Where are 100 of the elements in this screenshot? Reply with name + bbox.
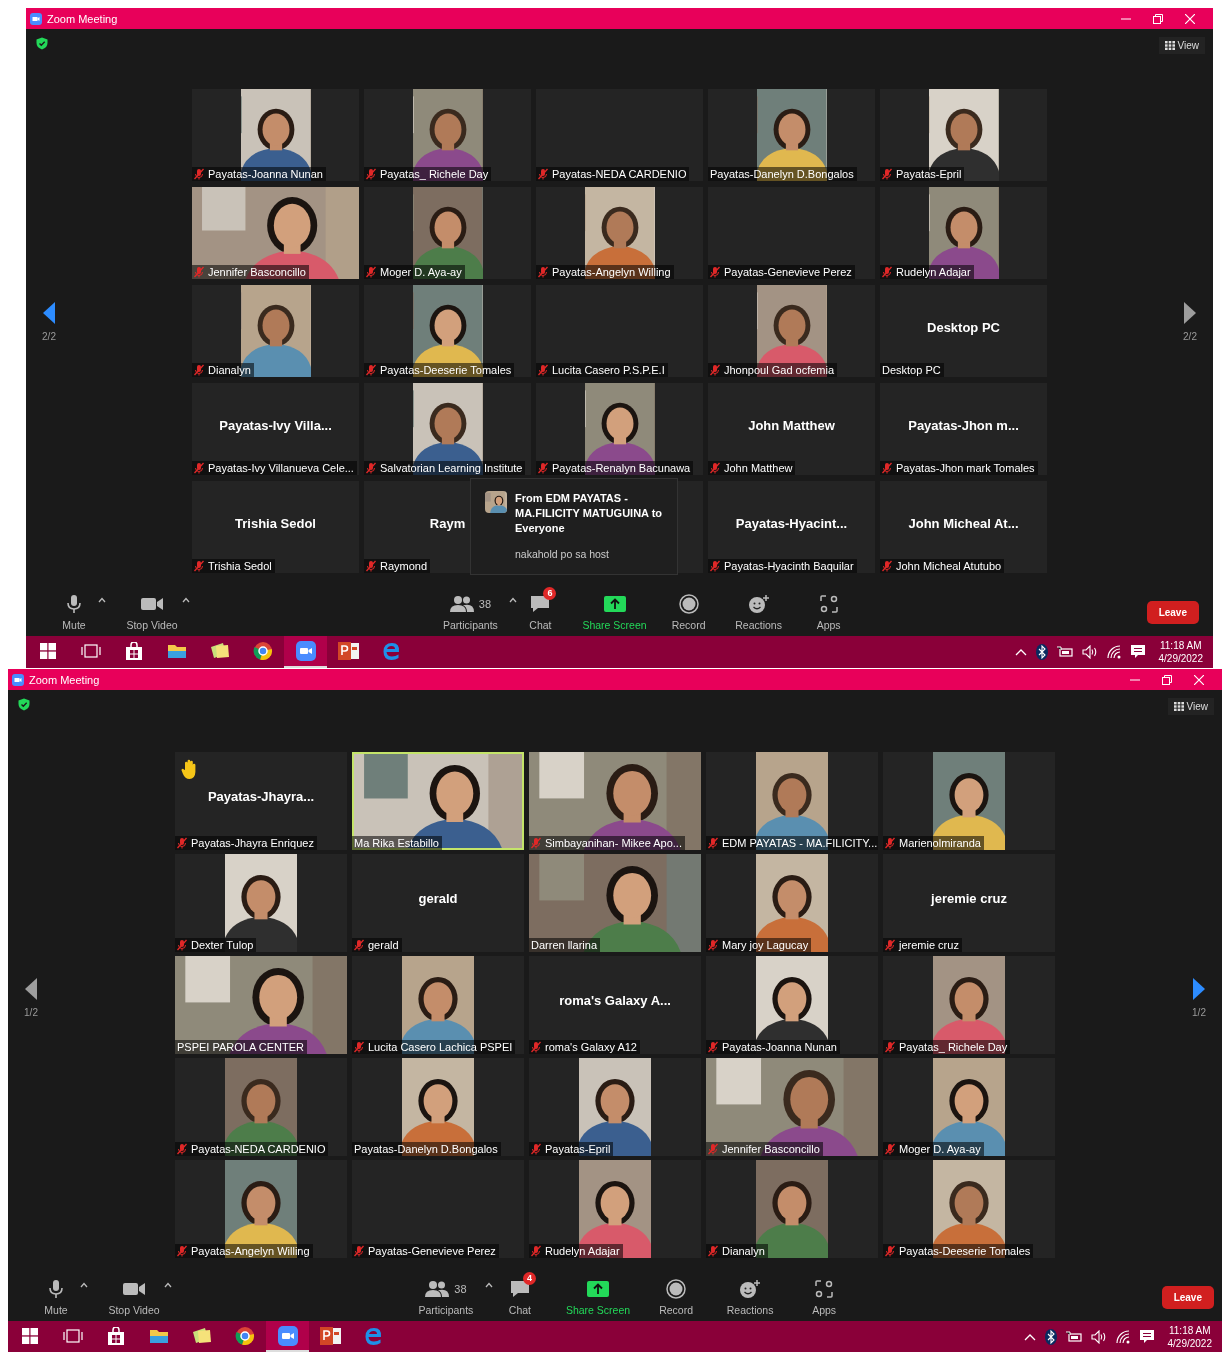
taskbar-button[interactable] (284, 636, 327, 668)
participants-icon[interactable] (425, 1280, 450, 1298)
toolbar-label[interactable]: Stop Video (108, 1304, 160, 1316)
caret-up-icon[interactable] (484, 1282, 493, 1288)
left-arrow-icon[interactable] (42, 300, 56, 325)
folder-icon[interactable] (148, 1327, 169, 1344)
notifications-icon[interactable] (1138, 1328, 1155, 1345)
participant-name: Payatas-Genevieve Perez (366, 1244, 499, 1258)
right-arrow-icon[interactable] (1183, 300, 1197, 325)
speaker-icon[interactable] (1081, 645, 1098, 659)
taskbar-button[interactable] (266, 1321, 309, 1352)
notifications-icon[interactable] (1129, 644, 1146, 660)
participants-icon[interactable] (449, 595, 474, 613)
participant-name: Payatas-Ivy Villanueva Cele... (206, 461, 357, 475)
smiley-plus-icon[interactable] (739, 1279, 762, 1299)
chat-icon[interactable] (508, 1279, 531, 1299)
participant-name: Marienolmiranda (897, 836, 984, 850)
microphone-icon[interactable] (66, 594, 82, 614)
caret-up-icon[interactable] (98, 597, 106, 603)
battery-plug-icon[interactable] (1065, 1330, 1082, 1343)
clock-date[interactable]: 4/29/2022 (1167, 1336, 1212, 1350)
toolbar-label[interactable]: Share Screen (582, 619, 647, 631)
browser-e-icon[interactable] (363, 1325, 384, 1346)
clock-time[interactable]: 11:18 AM (1169, 1323, 1211, 1337)
wifi-icon[interactable] (1115, 1329, 1130, 1344)
microphone-icon[interactable] (48, 1279, 64, 1299)
toolbar-label[interactable]: Participants (442, 619, 498, 631)
browser-e-icon[interactable] (381, 641, 402, 661)
participant-count: 38 (478, 598, 491, 610)
view-button[interactable]: View (1167, 698, 1214, 715)
zoom-camera-icon[interactable] (295, 641, 316, 661)
show-hidden-icons-icon[interactable] (1014, 648, 1027, 656)
shopping-bag-icon[interactable] (106, 1326, 125, 1345)
chat-notification[interactable]: From EDM PAYATAS - MA.FILICITY MATUGUINA to Everyone nakahold po sa host (470, 478, 678, 575)
toolbar-label[interactable]: Apps (812, 1304, 837, 1316)
close-icon[interactable] (1185, 13, 1195, 24)
slides-app-icon[interactable] (319, 1325, 342, 1346)
unread-badge: 6 (543, 587, 557, 600)
restore-icon[interactable] (1153, 13, 1163, 24)
caret-up-icon[interactable] (164, 1282, 172, 1288)
folder-icon[interactable] (166, 643, 187, 659)
smiley-plus-icon[interactable] (747, 594, 770, 614)
record-icon[interactable] (666, 1279, 687, 1299)
shield-check-icon[interactable] (36, 37, 48, 50)
bluetooth-icon[interactable] (1044, 1328, 1057, 1345)
leave-button[interactable]: Leave (1146, 600, 1199, 624)
shield-check-icon[interactable] (18, 698, 30, 711)
record-icon[interactable] (678, 594, 699, 614)
bluetooth-icon[interactable] (1035, 644, 1048, 660)
toolbar-label[interactable]: Mute (44, 1304, 68, 1316)
video-camera-icon[interactable] (140, 596, 164, 612)
participant-name: Dexter Tulop (189, 938, 257, 952)
muted-mic-icon (192, 461, 206, 475)
participant-title: gerald (417, 891, 459, 907)
toolbar-label[interactable]: Chat (529, 619, 552, 631)
chrome-icon[interactable] (252, 641, 273, 661)
toolbar-label[interactable]: Share Screen (565, 1304, 631, 1316)
zoom-camera-icon[interactable] (277, 1325, 298, 1346)
shopping-bag-icon[interactable] (124, 642, 143, 660)
video-camera-icon[interactable] (122, 1281, 146, 1297)
sticky-notes-icon[interactable] (208, 642, 231, 660)
right-arrow-icon[interactable] (1192, 977, 1206, 1002)
caret-up-icon[interactable] (80, 1282, 88, 1288)
restore-icon[interactable] (1162, 674, 1172, 685)
clock-time[interactable]: 11:18 AM (1160, 639, 1202, 652)
apps-icon[interactable] (819, 595, 838, 613)
share-screen-icon[interactable] (603, 596, 626, 612)
caret-up-icon[interactable] (182, 597, 190, 603)
chrome-icon[interactable] (234, 1325, 255, 1346)
toolbar-label[interactable]: Chat (508, 1304, 531, 1316)
share-screen-icon[interactable] (587, 1281, 609, 1297)
toolbar-label[interactable]: Reactions (735, 619, 782, 631)
battery-plug-icon[interactable] (1056, 646, 1073, 658)
view-button[interactable]: View (1158, 37, 1205, 54)
toolbar-label[interactable]: Reactions (726, 1304, 774, 1316)
participant-title: Payatas-Ivy Villa... (218, 417, 333, 433)
slides-app-icon[interactable] (337, 641, 360, 661)
windows-logo-icon[interactable] (39, 643, 56, 659)
chat-icon[interactable] (529, 594, 552, 614)
toolbar-label[interactable]: Mute (62, 619, 86, 631)
toolbar-label[interactable]: Record (671, 619, 706, 631)
toolbar-label[interactable]: Apps (816, 619, 841, 631)
toolbar-label[interactable]: Stop Video (126, 619, 178, 631)
task-view-icon[interactable] (62, 1328, 83, 1343)
task-view-icon[interactable] (80, 644, 101, 658)
speaker-icon[interactable] (1090, 1329, 1107, 1344)
apps-icon[interactable] (815, 1280, 834, 1298)
wifi-icon[interactable] (1106, 645, 1121, 659)
participant-name: Payatas_ Richele Day (897, 1040, 1011, 1054)
windows-logo-icon[interactable] (21, 1327, 38, 1344)
leave-button[interactable]: Leave (1161, 1285, 1214, 1309)
toolbar-label[interactable]: Participants (418, 1304, 474, 1316)
close-icon[interactable] (1194, 674, 1204, 685)
left-arrow-icon[interactable] (24, 977, 38, 1002)
clock-date[interactable]: 4/29/2022 (1158, 652, 1203, 665)
sticky-notes-icon[interactable] (190, 1326, 213, 1345)
show-hidden-icons-icon[interactable] (1023, 1332, 1036, 1341)
muted-mic-icon (880, 265, 894, 279)
toolbar-label[interactable]: Record (659, 1304, 694, 1316)
caret-up-icon[interactable] (509, 597, 517, 603)
